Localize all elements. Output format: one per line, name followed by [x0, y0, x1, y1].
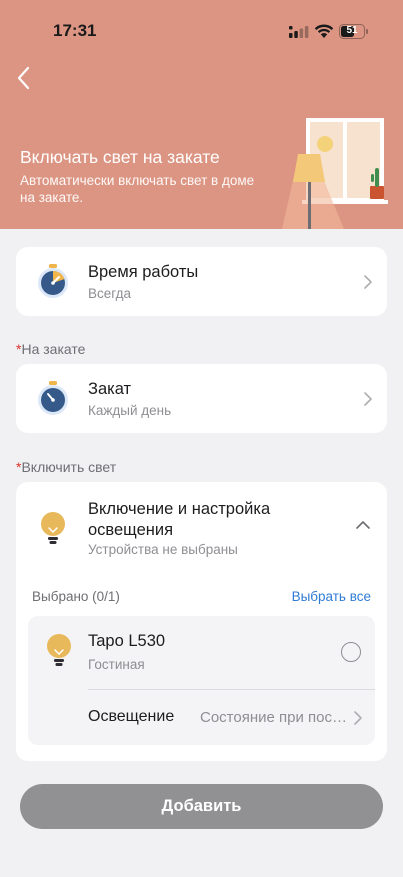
work-time-title: Время работы	[88, 263, 199, 281]
chevron-right-icon	[354, 711, 362, 725]
sunset-title: Закат	[88, 380, 132, 398]
sunset-row[interactable]: Закат Каждый день	[16, 364, 387, 433]
add-button[interactable]: Добавить	[20, 784, 383, 829]
sunset-value: Каждый день	[88, 403, 172, 418]
wifi-icon	[314, 24, 334, 38]
chevron-left-icon	[17, 66, 30, 90]
lighting-label: Освещение	[88, 708, 175, 725]
light-section-label-text: Включить свет	[21, 459, 117, 475]
stopwatch-icon	[38, 264, 68, 298]
lighting-state-row[interactable]: Освещение Состояние при последнем отключ…	[28, 690, 375, 745]
light-bulb-icon	[47, 634, 71, 666]
header-banner: 17:31 51 Включать свет на закате Автомат…	[0, 0, 403, 229]
page-title: Включать свет на закате	[20, 147, 220, 167]
status-time: 17:31	[53, 21, 97, 40]
timer-icon	[38, 381, 68, 415]
device-room: Гостиная	[88, 657, 145, 672]
device-item: Tapo L530 Гостиная Освещение Состояние п…	[28, 616, 375, 745]
light-settings-title: Включение и настройка освещения	[88, 500, 271, 539]
sunset-section-label: *На закате	[16, 341, 85, 357]
selected-count: Выбрано (0/1)	[32, 589, 120, 604]
device-name: Tapo L530	[88, 632, 166, 650]
work-time-value: Всегда	[88, 286, 131, 301]
sunset-section-label-text: На закате	[21, 341, 86, 357]
select-all-link[interactable]: Выбрать все	[292, 589, 371, 604]
chevron-right-icon	[364, 275, 372, 289]
sunset-room-illustration	[282, 118, 388, 229]
page-subtitle: Автоматически включать свет в доме на за…	[20, 173, 255, 205]
battery-level: 51	[346, 25, 358, 36]
cellular-signal-icon	[289, 26, 309, 38]
light-settings-subtitle: Устройства не выбраны	[88, 542, 238, 557]
light-section-label: *Включить свет	[16, 459, 116, 475]
work-time-row[interactable]: Время работы Всегда	[16, 247, 387, 316]
back-button[interactable]	[10, 62, 36, 94]
device-select-radio[interactable]	[341, 642, 361, 662]
light-bulb-icon	[41, 512, 65, 544]
chevron-right-icon	[364, 392, 372, 406]
chevron-up-icon[interactable]	[355, 520, 371, 530]
battery-icon: 51	[339, 24, 369, 39]
lighting-value: Состояние при последнем отключении	[200, 709, 350, 726]
status-bar: 17:31 51	[0, 0, 403, 50]
light-settings-card: Включение и настройка освещения Устройст…	[16, 482, 387, 761]
